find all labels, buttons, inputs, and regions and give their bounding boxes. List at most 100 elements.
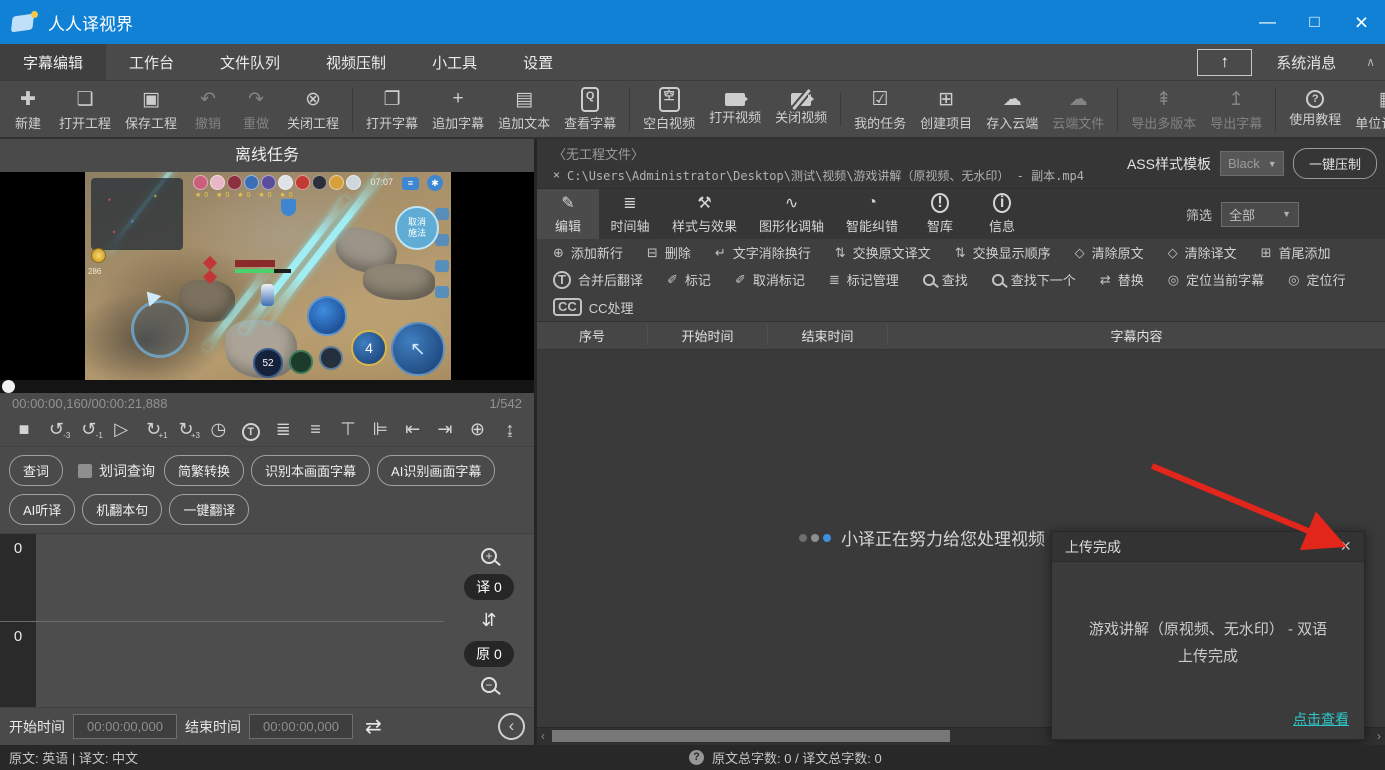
snap-end-button[interactable]: ⇥ — [433, 419, 457, 440]
add-new-line-button[interactable]: ⊕ 添加新行 — [553, 243, 623, 262]
tab-edit[interactable]: ✎ 编辑 — [537, 189, 599, 239]
chevron-up-icon[interactable]: ∧ — [1366, 55, 1375, 69]
tab-info[interactable]: i 信息 — [971, 189, 1033, 239]
vertical-snap-button[interactable]: ↨ — [498, 419, 522, 440]
loop-icon[interactable]: ⇄ — [365, 714, 382, 739]
close-button[interactable]: × — [1338, 0, 1385, 44]
ai-ocr-frame-button[interactable]: AI识别画面字幕 — [377, 455, 495, 486]
end-time-input[interactable]: 00:00:00,000 — [249, 714, 353, 739]
unmark-button[interactable]: ✐ 取消标记 — [735, 270, 805, 289]
remove-linebreak-button[interactable]: ↵ 文字消除换行 — [715, 243, 811, 262]
close-project-button[interactable]: ⊗ 关闭工程 — [280, 87, 353, 132]
video-player[interactable]: ★0 ★0 ★0 ★0 ★0 07:07 ≡ ✱ 取消施法 286 ↖ — [0, 172, 534, 380]
ocr-current-frame-button[interactable]: 识别本画面字幕 — [251, 455, 370, 486]
one-click-compress-button[interactable]: 一键压制 — [1293, 148, 1377, 179]
append-text-button[interactable]: ▤ 追加文本 — [491, 87, 557, 132]
jump-back-1s-button[interactable]: ↺ -1 — [77, 419, 101, 440]
menu-tab-settings[interactable]: 设置 — [500, 44, 576, 80]
jump-forward-1s-button[interactable]: ↻ +1 — [142, 419, 166, 440]
simplified-traditional-button[interactable]: 简繁转换 — [164, 455, 244, 486]
video-progress-bar[interactable] — [0, 380, 534, 393]
word-lookup-checkbox[interactable] — [78, 464, 92, 478]
merge-translate-button[interactable]: T 合并后翻译 — [553, 270, 643, 289]
scrollbar-thumb[interactable] — [552, 730, 950, 742]
system-message-label[interactable]: 系统消息 — [1276, 52, 1336, 73]
tab-graphical-timing[interactable]: ∿ 图形化调轴 — [748, 189, 835, 239]
find-button[interactable]: 查找 — [923, 270, 968, 289]
clock-button[interactable]: ◷ — [206, 419, 230, 440]
play-button[interactable]: ▷ — [109, 419, 133, 440]
lookup-word-button[interactable]: 查词 — [9, 455, 63, 486]
menu-tab-subtitle-edit[interactable]: 字幕编辑 — [0, 44, 106, 80]
zoom-out-icon[interactable] — [481, 677, 497, 693]
remove-file-icon[interactable]: × — [553, 168, 560, 182]
add-head-tail-button[interactable]: ⊞ 首尾添加 — [1261, 243, 1331, 262]
tab-smart-correction[interactable]: ◔ 智能纠错 — [835, 189, 909, 239]
append-subtitle-button[interactable]: + 追加字幕 — [425, 87, 491, 132]
timeline-settings-button[interactable]: ≣ — [271, 419, 295, 440]
clear-translation-button[interactable]: ◇ 清除译文 — [1168, 243, 1237, 262]
jump-back-3s-button[interactable]: ↺ -3 — [44, 419, 68, 440]
tab-style-effects[interactable]: ⚒ 样式与效果 — [661, 189, 748, 239]
open-video-button[interactable]: 打开视频 — [702, 93, 768, 126]
timestamp-button[interactable]: T — [239, 419, 263, 441]
swap-source-translation-button[interactable]: ⇅ 交换原文译文 — [835, 243, 931, 262]
tab-knowledge-base[interactable]: ! 智库 — [909, 189, 971, 239]
undo-button[interactable]: ↶ 撤销 — [184, 87, 232, 132]
menu-tab-video-encode[interactable]: 视频压制 — [303, 44, 409, 80]
find-next-button[interactable]: 查找下一个 — [992, 270, 1076, 289]
scroll-right-icon[interactable]: › — [1377, 729, 1381, 743]
menu-tab-file-queue[interactable]: 文件队列 — [197, 44, 303, 80]
column-header-end-time[interactable]: 结束时间 — [767, 326, 887, 345]
save-project-button[interactable]: ▣ 保存工程 — [118, 87, 184, 132]
align-center-button[interactable]: ≡ — [304, 419, 328, 440]
machine-translate-sentence-button[interactable]: 机翻本句 — [82, 494, 162, 525]
unit-calculator-button[interactable]: ▦ 单位计算器 — [1348, 87, 1385, 132]
cloud-files-button[interactable]: ☁ 云端文件 — [1045, 87, 1118, 132]
open-subtitle-button[interactable]: ❐ 打开字幕 — [359, 87, 425, 132]
click-to-view-link[interactable]: 点击查看 — [1293, 709, 1349, 729]
scroll-left-icon[interactable]: ‹ — [541, 729, 545, 743]
filter-dropdown[interactable]: 全部 ▼ — [1221, 202, 1299, 227]
locate-line-button[interactable]: ◎ 定位行 — [1288, 270, 1345, 289]
delete-line-button[interactable]: ⊟ 删除 — [647, 243, 691, 262]
export-multi-version-button[interactable]: ⇞ 导出多版本 — [1124, 87, 1203, 132]
collapse-panel-button[interactable]: ‹ — [498, 713, 525, 740]
progress-knob[interactable] — [2, 380, 15, 393]
new-project-button[interactable]: ✚ 新建 — [4, 87, 52, 132]
tab-timeline[interactable]: ≣ 时间轴 — [599, 189, 661, 239]
menu-tab-tools[interactable]: 小工具 — [409, 44, 500, 80]
swap-display-order-button[interactable]: ⇅ 交换显示顺序 — [955, 243, 1051, 262]
column-header-start-time[interactable]: 开始时间 — [647, 326, 767, 345]
column-header-subtitle-content[interactable]: 字幕内容 — [887, 326, 1385, 345]
create-project-button[interactable]: ⊞ 创建项目 — [913, 87, 979, 132]
export-subtitle-button[interactable]: ↥ 导出字幕 — [1203, 87, 1276, 132]
mark-button[interactable]: ✐ 标记 — [667, 270, 711, 289]
maximize-button[interactable]: □ — [1291, 0, 1338, 44]
snap-start-button[interactable]: ⇤ — [401, 419, 425, 440]
menu-tab-workbench[interactable]: 工作台 — [106, 44, 197, 80]
start-time-input[interactable]: 00:00:00,000 — [73, 714, 177, 739]
jump-forward-3s-button[interactable]: ↻ +3 — [174, 419, 198, 440]
help-icon[interactable]: ? — [689, 750, 704, 765]
blank-video-button[interactable]: 空 空白视频 — [636, 87, 702, 132]
view-subtitle-button[interactable]: Q 查看字幕 — [557, 87, 630, 132]
cc-process-button[interactable]: CC CC处理 — [553, 298, 634, 317]
locate-button[interactable]: ⊕ — [465, 419, 489, 440]
open-project-button[interactable]: ❏ 打开工程 — [52, 87, 118, 132]
tutorial-button[interactable]: ? 使用教程 — [1282, 90, 1348, 128]
minimize-button[interactable]: — — [1244, 0, 1291, 44]
zoom-in-icon[interactable] — [481, 548, 497, 564]
redo-button[interactable]: ↷ 重做 — [232, 87, 280, 132]
locate-current-subtitle-button[interactable]: ◎ 定位当前字幕 — [1168, 270, 1264, 289]
align-top-button[interactable]: ⊤ — [336, 419, 360, 440]
one-click-translate-button[interactable]: 一键翻译 — [169, 494, 249, 525]
stop-button[interactable]: ■ — [12, 419, 36, 440]
replace-button[interactable]: ⇄ 替换 — [1100, 270, 1144, 289]
column-header-index[interactable]: 序号 — [537, 326, 647, 345]
align-left-button[interactable]: ⊫ — [368, 419, 392, 440]
my-tasks-button[interactable]: ☑ 我的任务 — [847, 87, 913, 132]
close-video-button[interactable]: 关闭视频 — [768, 93, 841, 126]
upload-arrow-button[interactable]: ↑ — [1197, 49, 1252, 76]
clear-source-button[interactable]: ◇ 清除原文 — [1075, 243, 1144, 262]
